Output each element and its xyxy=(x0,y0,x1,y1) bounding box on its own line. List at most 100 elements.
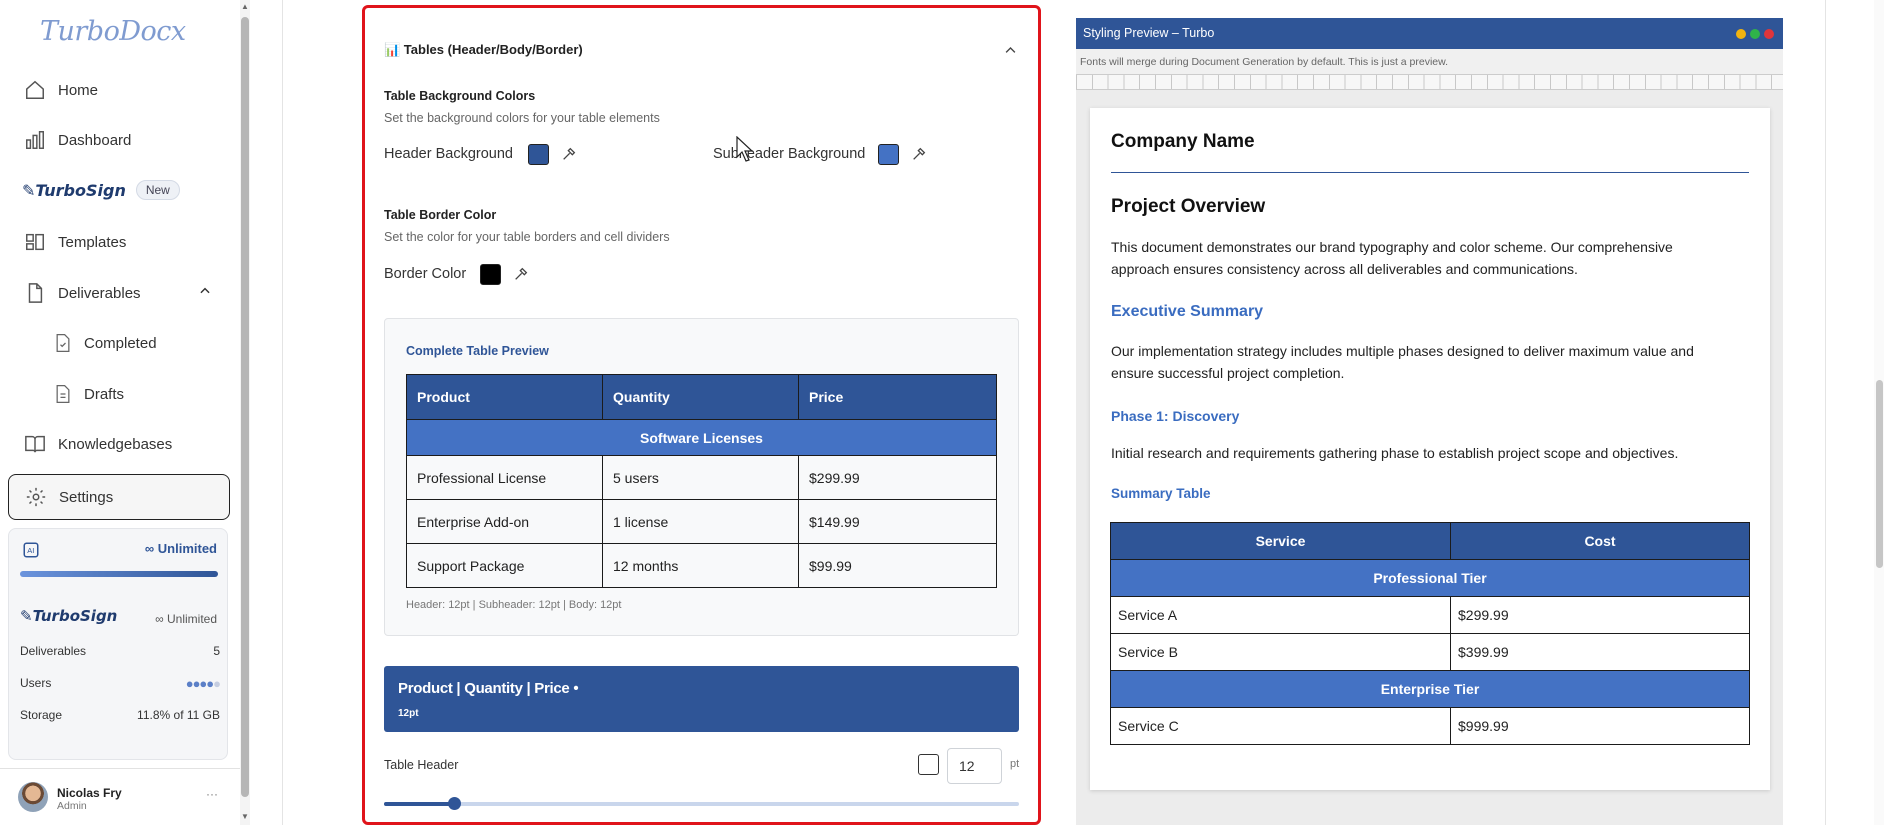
table-row: Service A $299.99 xyxy=(1110,596,1750,634)
table-subheader-row: Professional Tier xyxy=(1110,559,1750,597)
bg-colors-title: Table Background Colors xyxy=(384,89,536,103)
ai-icon: AI xyxy=(22,541,40,564)
preview-titlebar: Styling Preview – Turbo xyxy=(1076,18,1783,49)
subheader-bg-swatch[interactable] xyxy=(878,144,899,165)
unit-label: pt xyxy=(1010,758,1020,770)
scrollbar-thumb[interactable] xyxy=(241,17,249,797)
sidebar-item-home[interactable]: Home xyxy=(8,67,230,113)
table-header-cell: Product xyxy=(406,374,603,420)
gear-icon xyxy=(23,484,49,510)
banner-title: Product | Quantity | Price • xyxy=(398,680,579,697)
doc-heading-project: Project Overview xyxy=(1111,196,1266,217)
sidebar-item-settings[interactable]: Settings xyxy=(8,474,230,520)
table-cell: $999.99 xyxy=(1450,707,1750,745)
usage-row-users: Users ●●●●● xyxy=(20,676,221,708)
sidebar-item-deliverables[interactable]: Deliverables xyxy=(8,270,230,316)
turbosign-unlimited: ∞ Unlimited xyxy=(155,612,217,626)
sidebar-item-completed[interactable]: Completed xyxy=(8,320,230,366)
table-row: Support Package 12 months $99.99 xyxy=(406,543,997,588)
maximize-dot-icon[interactable] xyxy=(1750,29,1760,39)
minimize-dot-icon[interactable] xyxy=(1736,29,1746,39)
border-color-label: Border Color xyxy=(384,266,467,282)
table-cell: $299.99 xyxy=(798,455,997,500)
table-cell: $149.99 xyxy=(798,499,997,544)
font-size-input[interactable]: 12 xyxy=(947,748,1002,784)
sidebar-item-label: Home xyxy=(58,81,99,99)
plan-usage-card: AI ∞ Unlimited ✎TurboSign ∞ Unlimited De… xyxy=(8,528,228,760)
font-size-slider-track[interactable] xyxy=(384,797,1019,810)
sample-table: Product Quantity Price Software Licenses… xyxy=(406,374,997,588)
sidebar-item-knowledgebases[interactable]: Knowledgebases xyxy=(8,421,230,467)
preview-note: Fonts will merge during Document Generat… xyxy=(1080,56,1449,68)
border-color-subtitle: Set the color for your table borders and… xyxy=(384,230,670,244)
usage-row-storage: Storage 11.8% of 11 GB xyxy=(20,708,220,722)
table-header-row: Service Cost xyxy=(1110,522,1750,560)
section-title: 📊 Tables (Header/Body/Border) xyxy=(384,42,583,57)
turbosign-logo: ✎TurboSign xyxy=(20,607,118,625)
sidebar-item-dashboard[interactable]: Dashboard xyxy=(8,117,230,163)
summary-table: Service Cost Professional Tier Service A… xyxy=(1110,522,1750,745)
chevron-up-icon[interactable] xyxy=(1003,43,1018,63)
scroll-up-icon[interactable]: ▲ xyxy=(241,2,249,11)
table-cell: Service C xyxy=(1110,707,1451,745)
scrollbar-thumb[interactable] xyxy=(1876,380,1883,568)
table-subheader-cell: Software Licenses xyxy=(406,419,997,456)
more-icon[interactable]: ··· xyxy=(206,787,218,801)
home-icon xyxy=(22,77,48,103)
mouse-cursor-icon xyxy=(736,135,754,167)
user-role: Admin xyxy=(57,800,87,812)
avatar[interactable] xyxy=(18,782,48,812)
sidebar-item-drafts[interactable]: Drafts xyxy=(8,371,230,417)
templates-icon xyxy=(22,229,48,255)
pen-icon: ✎ xyxy=(20,607,33,625)
document-check-icon xyxy=(52,330,74,356)
font-size-slider-thumb[interactable] xyxy=(447,797,461,810)
eyedropper-icon[interactable] xyxy=(911,146,927,167)
doc-heading-exec: Executive Summary xyxy=(1111,303,1264,320)
main-scrollbar[interactable] xyxy=(1874,0,1884,825)
chevron-up-icon[interactable] xyxy=(198,284,212,302)
sidebar-item-turbosign[interactable]: ✎TurboSign New xyxy=(8,167,230,213)
table-row: Enterprise Add-on 1 license $149.99 xyxy=(406,499,997,544)
eyedropper-icon[interactable] xyxy=(561,146,577,167)
table-subheader-row: Enterprise Tier xyxy=(1110,670,1750,708)
table-cell: Service B xyxy=(1110,633,1451,671)
doc-divider xyxy=(1111,172,1749,173)
sidebar-item-label: Deliverables xyxy=(58,284,141,302)
user-name: Nicolas Fry xyxy=(57,786,122,800)
table-cell: $299.99 xyxy=(1450,596,1750,634)
book-icon xyxy=(22,431,48,457)
usage-row-deliverables: Deliverables 5 xyxy=(20,644,220,658)
doc-paragraph: This document demonstrates our brand typ… xyxy=(1111,239,1673,277)
eyedropper-icon[interactable] xyxy=(513,266,529,287)
table-subheader-cell: Professional Tier xyxy=(1110,559,1750,597)
doc-heading-summary: Summary Table xyxy=(1111,486,1211,501)
sidebar-scrollbar[interactable]: ▲ ▼ xyxy=(240,0,250,825)
table-cell: 12 months xyxy=(602,543,799,588)
border-color-swatch[interactable] xyxy=(480,264,501,285)
doc-paragraph: Our implementation strategy includes mul… xyxy=(1111,343,1694,381)
sidebar-item-label: Templates xyxy=(58,233,127,251)
sidebar-item-templates[interactable]: Templates xyxy=(8,219,230,265)
sidebar-item-label: Settings xyxy=(59,488,114,506)
close-dot-icon[interactable] xyxy=(1764,29,1774,39)
border-color-title: Table Border Color xyxy=(384,208,497,222)
usage-progress-fill xyxy=(20,571,218,577)
sidebar-item-label: Dashboard xyxy=(58,131,132,149)
table-header-label: Table Header xyxy=(384,758,459,772)
table-cell: Service A xyxy=(1110,596,1451,634)
table-cell: 1 license xyxy=(602,499,799,544)
header-bg-swatch[interactable] xyxy=(528,144,549,165)
ruler xyxy=(1076,74,1783,90)
bold-checkbox[interactable] xyxy=(918,754,939,775)
complete-table-preview-title: Complete Table Preview xyxy=(406,344,549,358)
turbodocx-logo[interactable]: TurboDocx xyxy=(40,16,186,47)
sidebar-item-label: Knowledgebases xyxy=(58,435,173,453)
scroll-down-icon[interactable]: ▼ xyxy=(241,812,249,821)
table-cell: $399.99 xyxy=(1450,633,1750,671)
turbosign-logo: ✎TurboSign xyxy=(22,180,126,200)
preview-note-bar: Fonts will merge during Document Generat… xyxy=(1076,49,1783,74)
infinity-icon: ∞ xyxy=(144,541,158,556)
usage-rows: Deliverables 5 Users ●●●●● Storage 11.8% o… xyxy=(20,644,221,740)
table-header-row: Product Quantity Price xyxy=(406,374,997,420)
